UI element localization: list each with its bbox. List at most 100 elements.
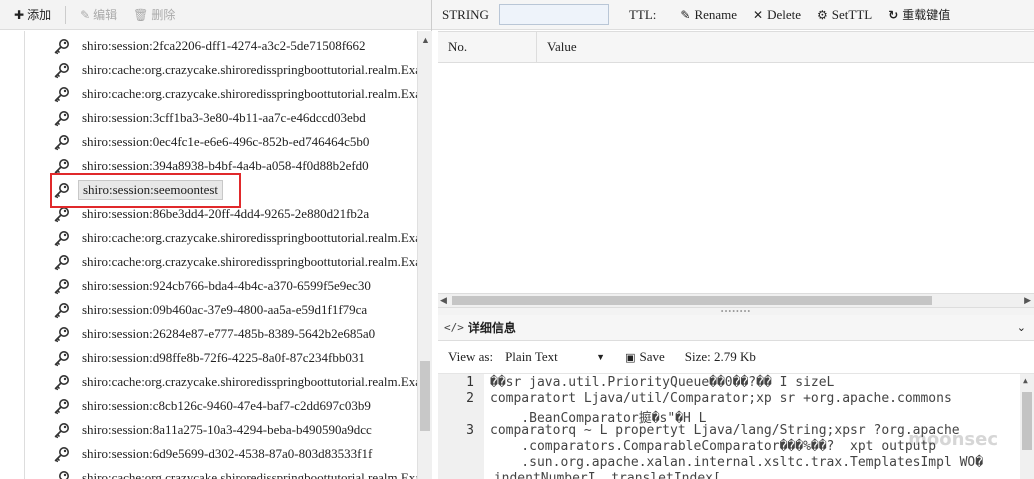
editor-scroll-thumb[interactable] — [1022, 392, 1032, 450]
code-line: comparatort Ljava/util/Comparator;xp sr … — [490, 391, 952, 406]
tree-item-label: shiro:session:924cb766-bda4-4b4c-a370-65… — [82, 278, 371, 293]
rename-label: Rename — [694, 6, 738, 22]
delete-label: 删除 — [151, 8, 176, 22]
tree-item[interactable]: shiro:session:3cff1ba3-3e80-4b11-aa7c-e4… — [52, 107, 370, 129]
key-icon — [52, 84, 72, 104]
editor-scroll-up-icon[interactable]: ▲ — [1023, 376, 1028, 385]
view-options-bar: View as: Plain Text ▼ ▣ Save Size: 2.79 … — [438, 341, 1034, 373]
key-icon — [52, 180, 72, 200]
view-as-value: Plain Text — [505, 349, 558, 364]
save-label: Save — [639, 349, 665, 364]
trash-icon: 🗑 — [133, 7, 149, 22]
tree-item-label: shiro:session:86be3dd4-20ff-4dd4-9265-2e… — [82, 206, 370, 221]
key-icon — [52, 420, 72, 440]
value-pane: STRING TTL: ✎ Rename ✕ Delete ⚙ SetTTL ↻… — [432, 0, 1034, 479]
tree-item[interactable]: shiro:session:seemoontest — [52, 179, 224, 201]
tree-item[interactable]: shiro:cache:org.crazycake.shiroredisspri… — [52, 467, 417, 479]
code-line: .sun.org.apache.xalan.internal.xsltc.tra… — [490, 455, 984, 470]
key-icon — [52, 396, 72, 416]
value-editor[interactable]: 123 ▲ moonsec ��sr java.util.PriorityQue… — [438, 373, 1034, 479]
tree-item[interactable]: shiro:session:2fca2206-dff1-4274-a3c2-5d… — [52, 35, 370, 57]
tree-item-label: shiro:session:26284e87-e777-485b-8389-56… — [82, 326, 376, 341]
key-icon — [52, 36, 72, 56]
chevron-down-icon[interactable]: ⌄ — [1017, 321, 1026, 334]
edit-button[interactable]: ✎ 编辑 — [74, 4, 123, 26]
key-tree: shiro:session:2fca2206-dff1-4274-a3c2-5d… — [0, 31, 417, 479]
plus-icon: ✚ — [14, 7, 25, 22]
tree-item[interactable]: shiro:cache:org.crazycake.shiroredisspri… — [52, 83, 417, 105]
delete-key-button[interactable]: ✕ Delete — [753, 7, 801, 23]
edit-label: 编辑 — [93, 8, 118, 22]
code-line-partial: .indentNumberI .transletIndex[ — [486, 471, 721, 479]
tree-item[interactable]: shiro:cache:org.crazycake.shiroredisspri… — [52, 227, 417, 249]
table-horizontal-scrollbar[interactable]: ◀ ▶ — [438, 293, 1034, 307]
code-icon: </> — [444, 321, 464, 334]
key-type-label: STRING — [442, 6, 489, 22]
add-label: 添加 — [27, 8, 52, 22]
setttl-button[interactable]: ⚙ SetTTL — [817, 7, 872, 23]
tree-item[interactable]: shiro:session:6d9e5699-d302-4538-87a0-80… — [52, 443, 376, 465]
key-icon — [52, 108, 72, 128]
pane-splitter[interactable]: •••••••• — [438, 307, 1034, 316]
tree-item-label: shiro:cache:org.crazycake.shiroredisspri… — [82, 230, 417, 245]
tree-item[interactable]: shiro:session:d98ffe8b-72f6-4225-8a0f-87… — [52, 347, 369, 369]
value-table-header: No. Value — [438, 31, 1034, 63]
tree-item[interactable]: shiro:session:8a11a275-10a3-4294-beba-b4… — [52, 419, 376, 441]
tree-item-label: shiro:cache:org.crazycake.shiroredisspri… — [82, 86, 417, 101]
key-icon — [52, 156, 72, 176]
view-as-label: View as: — [448, 349, 494, 364]
tree-item[interactable]: shiro:session:394a8938-b4bf-4a4b-a058-4f… — [52, 155, 373, 177]
pencil-icon: ✎ — [80, 7, 91, 22]
tree-item[interactable]: shiro:session:c8cb126c-9460-47e4-baf7-c2… — [52, 395, 375, 417]
scrollbar-thumb[interactable] — [420, 361, 430, 431]
detail-panel-header[interactable]: </> 详细信息 ⌄ — [438, 315, 1034, 341]
column-header-value[interactable]: Value — [537, 32, 577, 62]
tree-guide-line — [24, 31, 25, 479]
column-header-no[interactable]: No. — [438, 32, 537, 62]
editor-scrollbar[interactable]: ▲ — [1020, 374, 1034, 479]
tree-item[interactable]: shiro:cache:org.crazycake.shiroredisspri… — [52, 59, 417, 81]
floppy-icon: ▣ — [625, 350, 636, 364]
key-icon — [52, 324, 72, 344]
tree-item[interactable]: shiro:session:86be3dd4-20ff-4dd4-9265-2e… — [52, 203, 373, 225]
tree-item-label: shiro:cache:org.crazycake.shiroredisspri… — [82, 62, 417, 77]
detail-title: 详细信息 — [467, 321, 516, 335]
key-icon — [52, 252, 72, 272]
gears-icon: ⚙ — [817, 7, 828, 22]
rename-button[interactable]: ✎ Rename — [680, 7, 737, 23]
tree-item-label: shiro:session:6d9e5699-d302-4538-87a0-80… — [82, 446, 373, 461]
tree-item-label: shiro:session:8a11a275-10a3-4294-beba-b4… — [82, 422, 372, 437]
tree-item[interactable]: shiro:session:924cb766-bda4-4b4c-a370-65… — [52, 275, 375, 297]
tree-item-label: shiro:cache:org.crazycake.shiroredisspri… — [82, 254, 417, 269]
scroll-right-arrow-icon[interactable]: ▶ — [1024, 295, 1031, 306]
key-icon — [52, 300, 72, 320]
tree-item-label: shiro:session:2fca2206-dff1-4274-a3c2-5d… — [82, 38, 366, 53]
key-icon — [52, 468, 72, 479]
tree-item[interactable]: shiro:cache:org.crazycake.shiroredisspri… — [52, 371, 417, 393]
code-line: .comparators.ComparableComparator���%��?… — [490, 439, 937, 454]
tree-item[interactable]: shiro:session:0ec4fc1e-e6e6-496c-852b-ed… — [52, 131, 373, 153]
scroll-up-arrow-icon[interactable]: ▲ — [421, 35, 430, 45]
reload-button[interactable]: ↻ 重载键值 — [888, 6, 950, 23]
ttl-label: TTL: — [628, 6, 657, 22]
line-number-gutter: 12 3 — [438, 374, 484, 479]
save-button[interactable]: ▣ Save — [625, 349, 665, 365]
tree-item-label: shiro:session:0ec4fc1e-e6e6-496c-852b-ed… — [82, 134, 370, 149]
delete-button[interactable]: 🗑 删除 — [127, 4, 181, 26]
tree-item[interactable]: shiro:cache:org.crazycake.shiroredisspri… — [52, 251, 417, 273]
key-name-input[interactable] — [498, 4, 609, 25]
view-as-select[interactable]: Plain Text ▼ — [505, 349, 605, 365]
tree-scrollbar[interactable]: ▲ — [417, 31, 432, 479]
hscroll-thumb[interactable] — [452, 296, 932, 305]
key-icon — [52, 228, 72, 248]
tree-item[interactable]: shiro:session:26284e87-e777-485b-8389-56… — [52, 323, 379, 345]
scroll-left-arrow-icon[interactable]: ◀ — [440, 295, 447, 306]
redis-desktop-app: ✚ 添加 ✎ 编辑 🗑 删除 shiro:session:2fca2206-df… — [0, 0, 1034, 479]
tree-item-label: shiro:session:394a8938-b4bf-4a4b-a058-4f… — [82, 158, 369, 173]
value-size-label: Size: 2.79 Kb — [684, 349, 756, 364]
tree-item[interactable]: shiro:session:09b460ac-37e9-4800-aa5a-e5… — [52, 299, 371, 321]
refresh-icon: ↻ — [888, 7, 899, 22]
tree-item-label: shiro:cache:org.crazycake.shiroredisspri… — [82, 470, 417, 479]
add-button[interactable]: ✚ 添加 — [8, 4, 57, 26]
tree-item-label: shiro:session:seemoontest — [78, 180, 224, 200]
